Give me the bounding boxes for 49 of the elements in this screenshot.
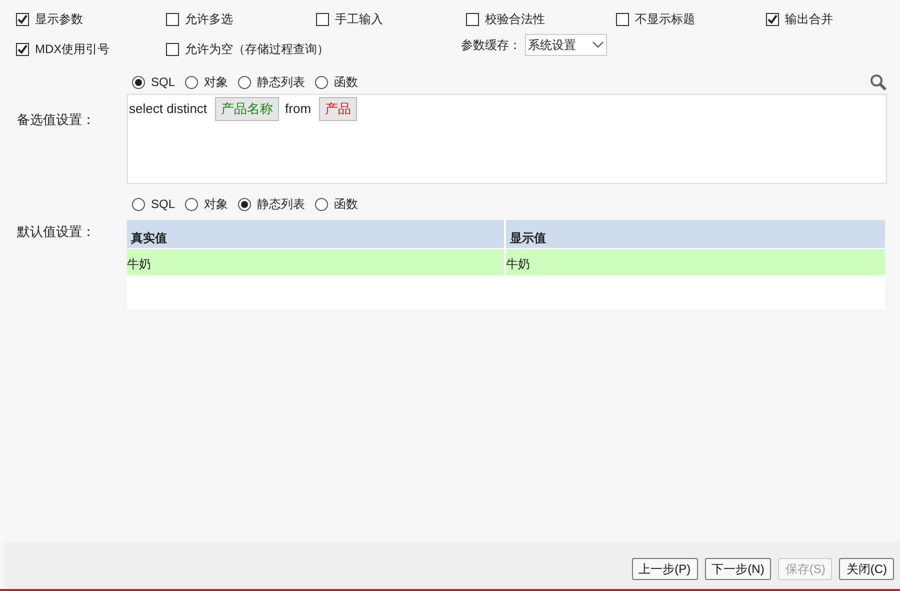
cache-dropdown[interactable]: 系统设置 [525, 34, 607, 56]
radio-label: 对象 [204, 196, 228, 213]
radio-label: 函数 [334, 196, 358, 213]
radio-label: 函数 [334, 74, 358, 91]
dialog-button[interactable]: 上一步(P) [632, 558, 698, 580]
query-text: select distinct [129, 100, 208, 118]
checkbox[interactable] [166, 42, 179, 56]
chevron-down-icon [592, 41, 604, 49]
radio-button[interactable] [132, 76, 145, 88]
table-token: 产品 [319, 97, 358, 120]
checkbox[interactable] [16, 42, 29, 56]
option-label: 校验合法性 [485, 11, 545, 28]
table-cell: 牛奶 [127, 249, 506, 275]
option-label: 显示参数 [35, 11, 83, 28]
radio-label: SQL [151, 196, 176, 213]
cache-label: 参数缓存： [461, 37, 521, 54]
radio-button[interactable] [238, 76, 252, 88]
checkbox[interactable] [766, 12, 779, 26]
checkbox[interactable] [316, 12, 329, 26]
radio-label: 静态列表 [257, 196, 306, 213]
dialog-button[interactable]: 下一步(N) [704, 558, 772, 580]
field-token: 产品名称 [215, 97, 280, 120]
radio-button[interactable] [315, 76, 328, 88]
radio-label: 对象 [204, 74, 228, 91]
radio-button[interactable] [132, 198, 145, 210]
radio-button[interactable] [185, 198, 198, 210]
default-label: 默认值设置： [17, 224, 95, 239]
option-label: 手工输入 [335, 11, 383, 28]
candidate-label: 备选值设置： [17, 112, 95, 127]
option-label: 允许多选 [185, 11, 233, 28]
checkbox[interactable] [466, 12, 479, 26]
radio-button[interactable] [315, 198, 328, 210]
checkbox[interactable] [166, 12, 179, 26]
radio-label: SQL [151, 74, 176, 91]
search-icon[interactable] [870, 74, 887, 90]
checkbox[interactable] [16, 12, 29, 26]
checkbox[interactable] [616, 12, 629, 26]
option-label: 输出合并 [785, 11, 833, 28]
dialog-button[interactable]: 关闭(C) [839, 558, 894, 580]
table-cell-text: 牛奶 [506, 256, 531, 273]
column-header: 显示值 [509, 230, 547, 247]
radio-label: 静态列表 [257, 74, 306, 91]
query-text: from [285, 100, 312, 118]
option-label: MDX使用引号 [35, 41, 110, 58]
radio-button[interactable] [185, 76, 198, 88]
option-label: 不显示标题 [635, 11, 695, 28]
option-label: 允许为空（存储过程查询） [185, 41, 329, 58]
radio-button[interactable] [238, 198, 252, 210]
query-editor[interactable]: select distinct 产品名称 from 产品 [127, 94, 887, 184]
